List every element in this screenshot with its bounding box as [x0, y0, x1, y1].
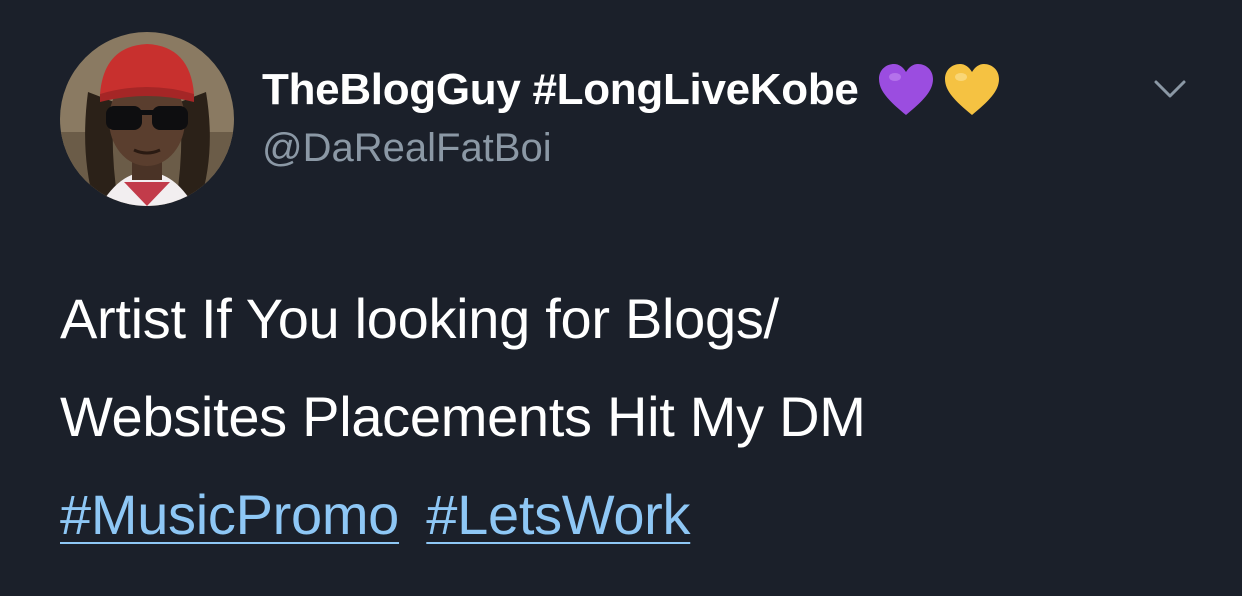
tweet-card: TheBlogGuy #LongLiveKobe @DaRealFatBoi A…: [0, 0, 1242, 596]
hashtag-link-letswork[interactable]: #LetsWork: [426, 483, 690, 546]
tweet-text-line: Artist If You looking for Blogs/: [60, 287, 779, 350]
display-name-row[interactable]: TheBlogGuy #LongLiveKobe: [262, 60, 1001, 120]
avatar[interactable]: [60, 32, 234, 206]
user-handle[interactable]: @DaRealFatBoi: [262, 126, 552, 171]
yellow-heart-icon: [943, 63, 1001, 117]
tweet-text-line: Websites Placements Hit My DM: [60, 385, 866, 448]
hashtag-line: #MusicPromo #LetsWork: [60, 466, 1200, 564]
tweet-text: Artist If You looking for Blogs/ Website…: [60, 270, 1200, 564]
purple-heart-icon: [877, 63, 935, 117]
display-name[interactable]: TheBlogGuy #LongLiveKobe: [262, 65, 859, 115]
chevron-down-icon[interactable]: [1150, 74, 1190, 104]
hashtag-link-musicpromo[interactable]: #MusicPromo: [60, 483, 399, 546]
